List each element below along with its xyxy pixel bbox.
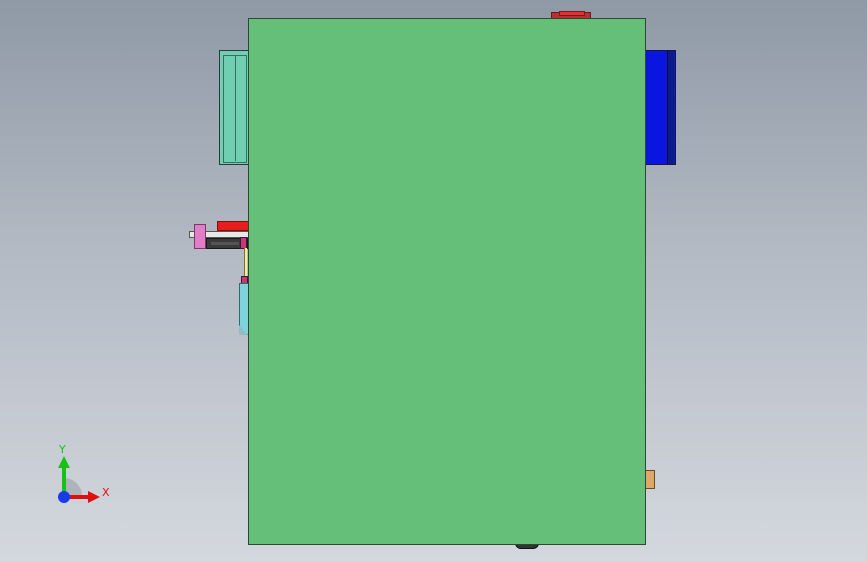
main-plate[interactable] [248, 18, 646, 545]
x-arrowhead [88, 491, 100, 503]
cyan-clip-bevel [239, 325, 248, 335]
left-block-rib [235, 55, 236, 161]
view-triad: Y X [50, 440, 120, 510]
z-axis-dot [58, 491, 70, 503]
orange-pad[interactable] [645, 470, 655, 489]
top-tab-step [559, 11, 585, 16]
y-axis-label: Y [59, 443, 66, 456]
right-block-lip [667, 51, 674, 164]
pink-collar[interactable] [194, 224, 206, 249]
left-side-block[interactable] [219, 50, 249, 165]
y-arrowhead [58, 456, 70, 468]
graphics-viewport[interactable]: Y X [0, 0, 867, 562]
x-axis-label: X [102, 486, 110, 499]
dark-holder-slot [211, 242, 239, 245]
red-block[interactable] [217, 221, 249, 231]
right-side-block[interactable] [645, 50, 676, 165]
yellow-rod[interactable] [244, 248, 247, 278]
